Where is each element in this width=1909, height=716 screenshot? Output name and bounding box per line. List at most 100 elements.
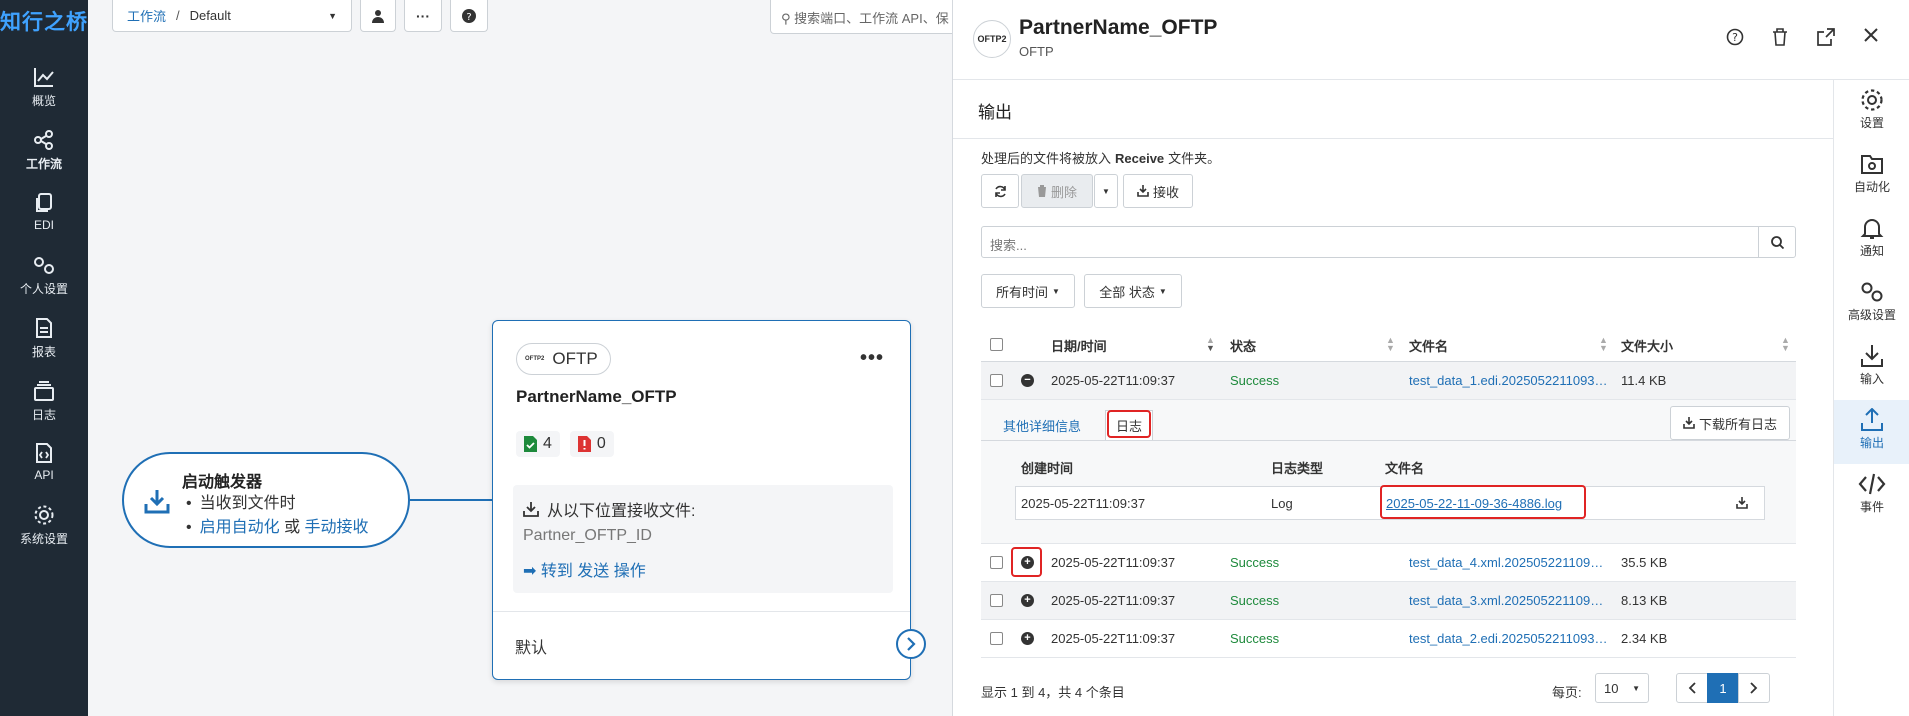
table-header: 日期/时间 ▲ ▼ 状态 ▲ ▼ 文件名 ▲ ▼ 文件大小 ▲ ▼ <box>981 326 1796 362</box>
user-icon <box>372 9 384 23</box>
prev-page-button[interactable] <box>1676 673 1708 703</box>
col-datetime[interactable]: 日期/时间 <box>1051 336 1107 355</box>
pagination-summary: 显示 1 到 4，共 4 个条目 <box>981 685 1125 700</box>
row-checkbox[interactable] <box>990 556 1003 569</box>
help-icon[interactable]: ? <box>1726 28 1744 46</box>
success-count-badge[interactable]: 4 <box>516 431 560 457</box>
log-row: 2025-05-22T11:09:37 Log 2025-05-22-11-09… <box>1015 485 1765 520</box>
rail-item-advanced-settings[interactable]: 高级设置 <box>1834 272 1909 336</box>
gear-icon <box>34 505 54 525</box>
rail-item-settings[interactable]: 设置 <box>1834 80 1909 144</box>
node-menu-button[interactable]: ••• <box>860 347 884 370</box>
nav-item-reports[interactable]: 报表 <box>0 309 88 373</box>
col-status[interactable]: 状态 <box>1230 336 1256 355</box>
receive-label: 从以下位置接收文件: <box>547 503 696 520</box>
next-page-button[interactable] <box>1738 673 1770 703</box>
manual-receive-link[interactable]: 手动接收 <box>305 519 369 536</box>
nav-item-label: 系统设置 <box>19 532 68 546</box>
row-checkbox[interactable] <box>990 594 1003 607</box>
user-button[interactable] <box>360 0 396 32</box>
page-1-button[interactable]: 1 <box>1707 673 1739 703</box>
chevron-right-icon <box>1750 682 1758 694</box>
per-page-select[interactable]: 10 ▼ <box>1595 673 1649 703</box>
error-count-badge[interactable]: 0 <box>569 431 614 457</box>
enable-automation-link[interactable]: 启用自动化 <box>200 519 280 536</box>
sort-icon[interactable]: ▲ ▼ <box>1386 336 1395 353</box>
search-button[interactable] <box>1758 226 1796 258</box>
status-filter-dropdown[interactable]: 全部 状态 ▼ <box>1084 274 1182 308</box>
log-col-created: 创建时间 <box>1021 461 1074 476</box>
rail-item-input[interactable]: 输入 <box>1834 336 1909 400</box>
log-created: 2025-05-22T11:09:37 <box>1021 496 1146 511</box>
expand-row-icon[interactable]: + <box>1021 632 1034 645</box>
delete-button[interactable]: 删除 <box>1021 174 1093 208</box>
external-link-icon[interactable] <box>1817 28 1835 46</box>
rail-item-automation[interactable]: 自动化 <box>1834 144 1909 208</box>
next-node-button[interactable] <box>896 629 926 659</box>
refresh-icon <box>994 185 1006 197</box>
tab-other-details[interactable]: 其他详细信息 <box>1003 416 1081 435</box>
row-datetime: 2025-05-22T11:09:37 <box>1051 593 1176 608</box>
port-detail-panel: OFTP2 PartnerName_OFTP OFTP ? 输出 处理后的文件将… <box>952 0 1909 716</box>
layers-icon <box>34 381 54 401</box>
tab-divider <box>981 440 1796 441</box>
sort-icon[interactable]: ▲ ▼ <box>1206 336 1215 353</box>
nav-item-label: 报表 <box>31 345 56 359</box>
row-filename-link[interactable]: test_data_1.edi.20250522110936... <box>1409 373 1609 388</box>
download-icon[interactable] <box>1736 497 1748 509</box>
breadcrumb[interactable]: 工作流 / Default ▼ <box>112 0 352 32</box>
row-status: Success <box>1230 555 1280 570</box>
sort-icon[interactable]: ▲ ▼ <box>1599 336 1608 353</box>
goto-send-action-link[interactable]: ➡ 转到 发送 操作 <box>523 557 646 581</box>
row-checkbox[interactable] <box>990 374 1003 387</box>
chevron-left-icon <box>1688 682 1696 694</box>
refresh-button[interactable] <box>981 174 1019 208</box>
breadcrumb-root-link[interactable]: 工作流 <box>127 6 166 25</box>
gear-icon <box>1861 89 1883 111</box>
download-all-logs-button[interactable]: 下载所有日志 <box>1669 406 1790 440</box>
row-size: 2.34 KB <box>1621 631 1668 646</box>
rail-item-label: 事件 <box>1859 500 1884 514</box>
row-filename-link[interactable]: test_data_2.edi.20250522110936... <box>1409 631 1609 646</box>
trigger-actions: 启用自动化 或 手动接收 <box>186 516 369 540</box>
nav-item-api[interactable]: API <box>0 434 88 498</box>
download-icon <box>144 490 170 514</box>
expand-row-icon[interactable]: + <box>1021 594 1034 607</box>
row-filename-link[interactable]: test_data_3.xml.20250522110936... <box>1409 593 1609 608</box>
search-input[interactable]: 搜索... <box>981 226 1759 258</box>
rail-item-events[interactable]: 事件 <box>1834 464 1909 528</box>
global-search-input[interactable]: ⚲ 搜索端口、工作流 API、保 <box>770 0 970 34</box>
row-filename-link[interactable]: test_data_4.xml.20250522110936... <box>1409 555 1609 570</box>
table-row[interactable]: + 2025-05-22T11:09:37 Success test_data_… <box>981 620 1796 658</box>
nav-item-personal-settings[interactable]: 个人设置 <box>0 246 88 310</box>
select-all-checkbox[interactable] <box>990 338 1003 351</box>
col-filename[interactable]: 文件名 <box>1409 336 1448 355</box>
rail-item-notifications[interactable]: 通知 <box>1834 208 1909 272</box>
chevron-right-icon <box>907 637 916 651</box>
nav-item-workflow[interactable]: 工作流 <box>0 121 88 185</box>
nav-item-system-settings[interactable]: 系统设置 <box>0 496 88 560</box>
col-size[interactable]: 文件大小 <box>1621 336 1673 355</box>
receive-button[interactable]: 接收 <box>1123 174 1193 208</box>
sort-icon[interactable]: ▲ ▼ <box>1781 336 1790 353</box>
row-checkbox[interactable] <box>990 632 1003 645</box>
close-icon[interactable] <box>1864 28 1878 42</box>
nav-item-overview[interactable]: 概览 <box>0 58 88 122</box>
table-row[interactable]: + 2025-05-22T11:09:37 Success test_data_… <box>981 582 1796 620</box>
table-row[interactable]: + 2025-05-22T11:09:37 Success test_data_… <box>981 544 1796 582</box>
collapse-row-icon[interactable]: − <box>1021 374 1034 387</box>
nav-item-logs[interactable]: 日志 <box>0 372 88 436</box>
help-button[interactable]: ? <box>450 0 488 32</box>
rail-item-output[interactable]: 输出 <box>1834 400 1909 464</box>
start-trigger-node[interactable]: 启动触发器 当收到文件时 启用自动化 或 手动接收 <box>122 452 410 548</box>
nav-item-label: 个人设置 <box>19 282 68 296</box>
panel-subtitle: OFTP <box>1019 44 1054 59</box>
table-row[interactable]: − 2025-05-22T11:09:37 Success test_data_… <box>981 362 1796 400</box>
nav-item-edi[interactable]: EDI <box>0 184 88 248</box>
error-count: 0 <box>596 435 606 452</box>
time-filter-dropdown[interactable]: 所有时间 ▼ <box>981 274 1075 308</box>
oftp-node[interactable]: OFTP2 OFTP ••• PartnerName_OFTP 4 0 从以下位… <box>492 320 926 680</box>
trash-icon[interactable] <box>1772 28 1788 46</box>
more-options-button[interactable]: ··· <box>404 0 442 32</box>
delete-dropdown-button[interactable]: ▼ <box>1094 174 1118 208</box>
